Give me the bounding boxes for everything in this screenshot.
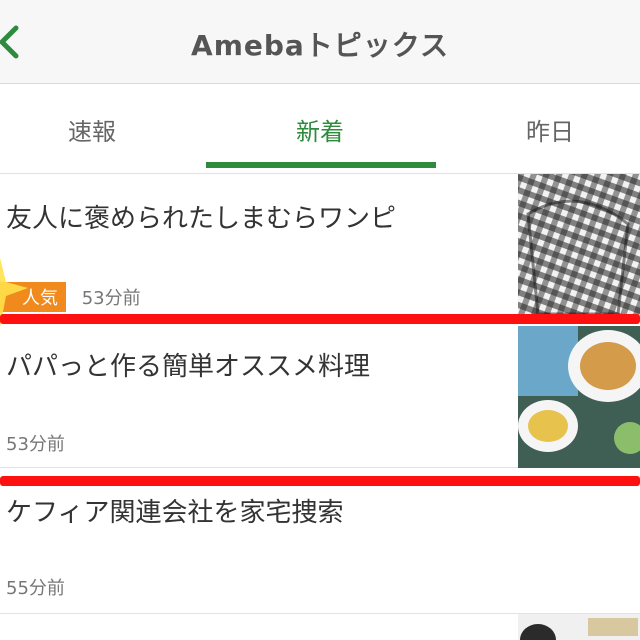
active-tab-indicator	[206, 162, 436, 168]
list-item[interactable]: パパっと作る簡単オススメ料理 53分前	[0, 326, 640, 468]
list-item[interactable]: 友人に褒められたしまむらワンピ 人気 53分前	[0, 174, 640, 316]
item-title[interactable]: パパっと作る簡単オススメ料理	[6, 346, 370, 383]
tab-bar: 速報 新着 昨日	[0, 84, 640, 174]
item-time: 55分前	[6, 578, 65, 599]
item-thumbnail[interactable]	[518, 326, 640, 468]
item-time: 53分前	[81, 288, 141, 309]
app-header: Amebaトピックス	[0, 0, 640, 84]
item-title[interactable]: ケフィア関連会社を家宅捜索	[6, 492, 343, 529]
tab-breaking[interactable]: 速報	[68, 112, 116, 147]
list-item[interactable]	[0, 614, 640, 640]
item-time: 53分前	[6, 434, 65, 455]
tab-new[interactable]: 新着	[296, 112, 344, 147]
item-thumbnail[interactable]	[518, 614, 640, 640]
tab-yesterday[interactable]: 昨日	[526, 112, 574, 147]
list-item[interactable]: ケフィア関連会社を家宅捜索 55分前	[0, 486, 640, 614]
highlight-line	[0, 476, 640, 486]
page-title: Amebaトピックス	[191, 29, 449, 62]
item-thumbnail[interactable]	[518, 174, 640, 316]
item-title[interactable]: 友人に褒められたしまむらワンピ	[6, 198, 396, 235]
highlight-line	[0, 314, 640, 324]
